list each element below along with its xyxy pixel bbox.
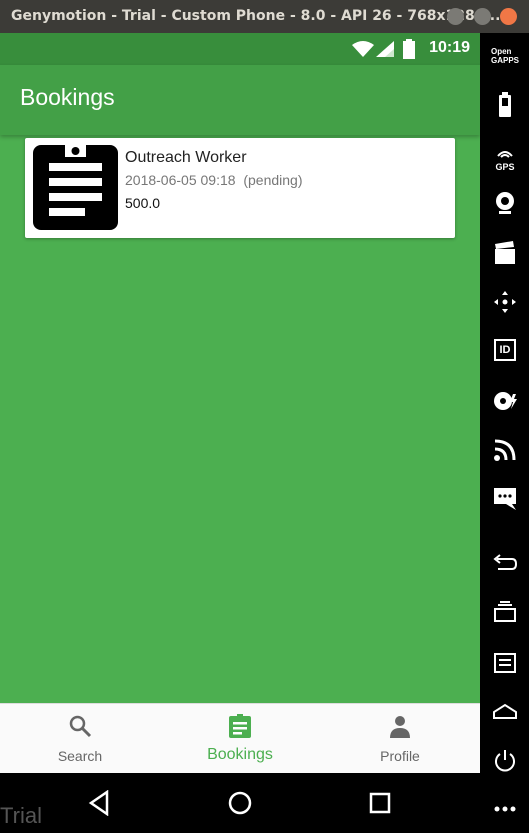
power-icon[interactable] <box>492 748 518 774</box>
media-icon[interactable] <box>492 240 518 266</box>
gps-icon[interactable]: GPS <box>493 143 517 172</box>
nav-label-profile: Profile <box>380 748 420 764</box>
page-title: Bookings <box>20 84 115 110</box>
nav-label-bookings: Bookings <box>207 746 273 763</box>
window-title: Genymotion - Trial - Custom Phone - 8.0 … <box>11 8 501 24</box>
nav-item-profile[interactable]: Profile <box>320 704 480 774</box>
window-titlebar: Genymotion - Trial - Custom Phone - 8.0 … <box>0 0 529 33</box>
network-icon[interactable] <box>492 437 518 463</box>
booking-price: 500.0 <box>125 195 161 211</box>
app-bar: Bookings <box>0 65 480 135</box>
recent-apps-icon[interactable] <box>367 790 393 816</box>
nav-label-search: Search <box>57 748 103 764</box>
status-time: 10:19 <box>429 39 470 56</box>
booking-date-line: 2018-06-05 09:18 (pending) <box>125 172 302 188</box>
bottom-navigation: Search Bookings Profile <box>0 703 480 773</box>
nav-item-bookings[interactable]: Bookings <box>160 704 320 774</box>
menu-icon[interactable] <box>492 650 518 676</box>
genymotion-toolbar: Open GAPPS GPS ID <box>480 33 529 833</box>
disk-icon[interactable] <box>492 388 518 414</box>
genymotion-window: Genymotion - Trial - Custom Phone - 8.0 … <box>0 0 529 833</box>
window-maximize-button[interactable] <box>474 8 491 25</box>
opengapps-icon[interactable]: Open GAPPS <box>491 47 521 65</box>
android-screen: 10:19 Bookings Outreach Worker 2018-06-0… <box>0 33 480 833</box>
more-icon[interactable] <box>492 796 518 822</box>
recent-apps-icon[interactable] <box>492 599 518 625</box>
booking-date: 2018-06-05 09:18 <box>125 172 236 188</box>
person-icon <box>390 716 410 738</box>
gps-label: GPS <box>495 162 515 172</box>
nav-item-search[interactable]: Search <box>0 704 160 774</box>
booking-card[interactable]: Outreach Worker 2018-06-05 09:18 (pendin… <box>25 138 455 238</box>
back-icon[interactable] <box>492 551 518 577</box>
webcam-icon[interactable] <box>492 190 518 216</box>
wifi-icon <box>352 41 374 57</box>
window-close-button[interactable] <box>500 8 517 25</box>
window-minimize-button[interactable] <box>447 8 464 25</box>
identifier-icon[interactable]: ID <box>494 339 516 361</box>
battery-icon[interactable] <box>492 92 518 118</box>
booking-status: (pending) <box>243 172 303 188</box>
clipboard-icon <box>33 145 118 230</box>
battery-status-icon <box>403 39 415 59</box>
search-icon <box>69 715 92 738</box>
dpad-icon[interactable] <box>492 289 518 315</box>
booking-name: Outreach Worker <box>125 149 247 166</box>
sms-icon[interactable] <box>492 486 518 512</box>
home-icon[interactable] <box>227 790 253 816</box>
system-nav-bar <box>0 773 480 833</box>
trial-watermark: Trial <box>0 803 42 828</box>
signal-icon <box>376 41 394 57</box>
status-bar: 10:19 <box>0 33 480 65</box>
back-icon[interactable] <box>87 790 113 816</box>
home-icon[interactable] <box>492 698 518 724</box>
clipboard-icon <box>229 714 251 738</box>
